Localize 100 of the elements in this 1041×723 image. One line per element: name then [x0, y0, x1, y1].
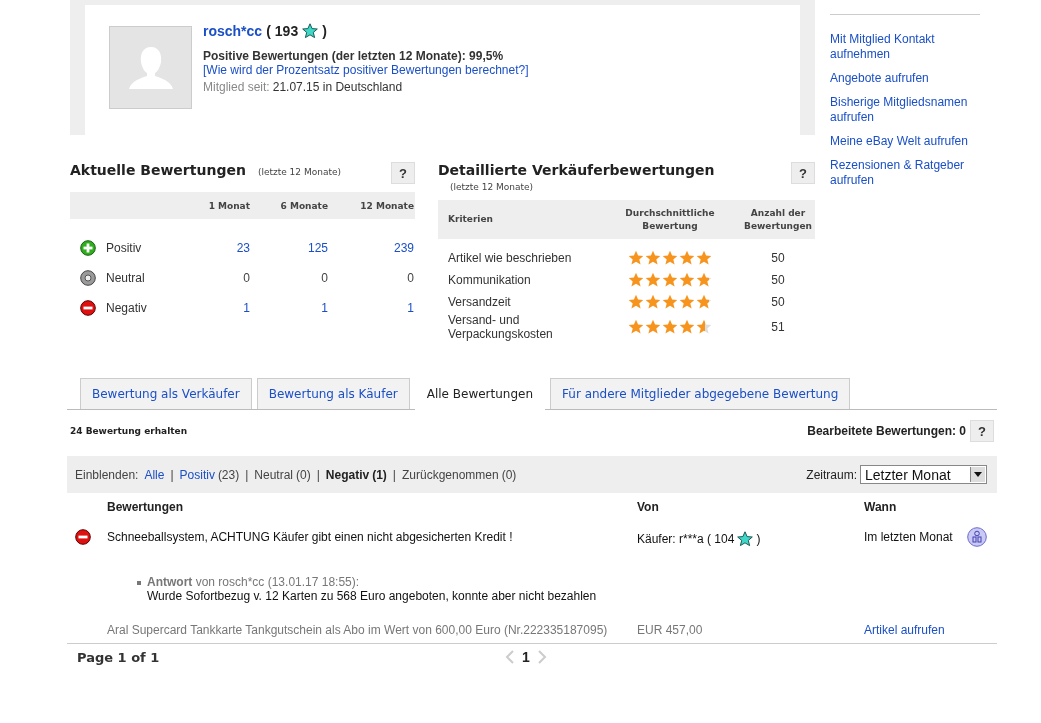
star-icon [679, 250, 695, 266]
score-close: ) [322, 23, 327, 39]
neutral-icon [80, 270, 96, 286]
star-icon [662, 294, 678, 310]
panel-title: Detaillierte Verkäuferbewertungen [438, 162, 715, 178]
period-label: Zeitraum: [806, 467, 857, 482]
column-header: 12 Monate [359, 200, 414, 211]
sidebar-link[interactable]: Rezensionen & Ratgeber aufrufen [830, 158, 980, 188]
tab[interactable]: Bewertung als Käufer [256, 378, 410, 409]
rating-count: 0 [320, 271, 328, 285]
column-header: 6 Monate [279, 200, 328, 211]
separator: | [170, 467, 174, 482]
filter-link[interactable]: Positiv [179, 467, 215, 482]
sidebar-link[interactable]: Mit Mitglied Kontakt aufnehmen [830, 32, 980, 62]
positive-percentage: Positive Bewertungen (der letzten 12 Monate): 99,5% [203, 49, 505, 63]
chevron-left-icon[interactable] [505, 650, 514, 664]
column-header: 1 Monat [207, 200, 250, 211]
star-icon [645, 319, 661, 335]
tab[interactable]: Bewertung als Verkäufer [80, 378, 252, 409]
view-item-link[interactable]: Artikel aufrufen [864, 623, 945, 637]
percentage-help-link[interactable]: [Wie wird der Prozentsatz positiver Bewertungen berechnet?] [203, 63, 529, 77]
help-button[interactable]: ? [791, 162, 815, 184]
help-button[interactable]: ? [970, 420, 994, 442]
rating-count-link[interactable]: 239 [328, 241, 414, 255]
rating-count-link[interactable]: 1 [328, 301, 414, 315]
filter-count: (0) [296, 467, 311, 482]
star-icon [628, 250, 644, 266]
member-since-value: 21.07.15 in Deutschland [272, 80, 403, 94]
separator: | [316, 467, 320, 482]
username-link[interactable]: rosch*cc [203, 23, 263, 39]
filter-option[interactable]: Negativ [325, 467, 370, 482]
column-header: Wann [864, 500, 898, 514]
panel-title: Aktuelle Bewertungen [70, 162, 246, 178]
star-icon [737, 531, 754, 547]
column-header: Bewertungen [106, 500, 184, 514]
page-indicator: Page 1 of 1 [77, 649, 161, 665]
rating-count: 0 [406, 271, 414, 285]
star-icon [645, 250, 661, 266]
tab[interactable]: Für andere Mitglieder abgegebene Bewertung [550, 378, 851, 409]
feedback-comment: Schneeballsystem, ACHTUNG Käufer gibt einen nicht abgesicherten Kredit ! [107, 530, 514, 546]
star-icon [662, 250, 678, 266]
item-title: Aral Supercard Tankkarte Tankgutschein als Abo im Wert von 600,00 Euro (Nr.222335187095) [107, 622, 609, 638]
filter-option[interactable]: Zurückgenommen [402, 467, 499, 482]
rating-count: 50 [770, 295, 786, 309]
feedback-score: 193 [274, 23, 299, 39]
star-icon [302, 23, 319, 39]
item-price: EUR 457,00 [637, 622, 704, 638]
rating-count-link[interactable]: 23 [180, 241, 250, 255]
reply-header: Antwort von rosch*cc (13.01.17 18:55): [147, 575, 360, 589]
rating-count: 0 [242, 271, 250, 285]
filter-option[interactable]: Neutral [254, 467, 294, 482]
rating-label: Neutral [106, 271, 145, 285]
star-icon [696, 319, 712, 335]
column-header: Anzahl der Bewertungen [743, 206, 813, 233]
member-since-label: Mitglied seit: [203, 80, 270, 94]
sidebar-link[interactable]: Angebote aufrufen [830, 71, 980, 86]
filter-link[interactable]: Alle [144, 467, 165, 482]
star-icon [628, 294, 644, 310]
current-page[interactable]: 1 [522, 649, 530, 665]
star-icon [662, 272, 678, 288]
star-icon [679, 294, 695, 310]
panel-subtitle: (letzte 12 Monate) [257, 167, 341, 177]
star-icon [628, 319, 644, 335]
sidebar-link[interactable]: Meine eBay Welt aufrufen [830, 134, 980, 149]
star-icon [645, 272, 661, 288]
separator: | [245, 467, 249, 482]
caret-icon [974, 472, 982, 477]
chevron-right-icon[interactable] [537, 650, 547, 664]
column-header: Kriterien [448, 213, 494, 226]
feedback-author: Käufer: r***a ( 104 [637, 532, 735, 546]
help-button[interactable]: ? [391, 162, 415, 184]
star-icon [696, 250, 712, 266]
score-open: ( [266, 23, 271, 39]
filter-label: Einblenden: [75, 467, 139, 482]
rating-count: 50 [770, 251, 786, 265]
criterion-label: Kommunikation [448, 273, 532, 287]
filter-count: (1) [372, 467, 387, 482]
star-icon [696, 272, 712, 288]
star-icon [679, 272, 695, 288]
star-icon [628, 272, 644, 288]
score-close: ) [756, 532, 761, 546]
period-select[interactable]: Letzter Monat [860, 465, 987, 484]
minus-icon [80, 300, 96, 316]
rating-count: 51 [770, 320, 786, 334]
rating-label: Negativ [106, 301, 147, 315]
criterion-label: Versandzeit [448, 295, 512, 309]
rating-count-link[interactable]: 125 [250, 241, 328, 255]
feedback-time: Im letzten Monat [864, 530, 953, 544]
figures-icon[interactable] [967, 527, 987, 547]
sidebar-link[interactable]: Bisherige Mitgliedsnamen aufrufen [830, 95, 980, 125]
received-count: 24 Bewertung erhalten [70, 426, 188, 436]
separator: | [392, 467, 396, 482]
panel-subtitle: (letzte 12 Monate) [450, 182, 535, 192]
rating-count: 50 [770, 273, 786, 287]
reply-text: Wurde Sofortbezug v. 12 Karten zu 568 Euro angeboten, konnte aber nicht bezahlen [147, 589, 597, 603]
plus-icon [80, 240, 96, 256]
minus-icon [75, 529, 91, 545]
rating-count-link[interactable]: 1 [250, 301, 328, 315]
star-icon [679, 319, 695, 335]
rating-count-link[interactable]: 1 [180, 301, 250, 315]
